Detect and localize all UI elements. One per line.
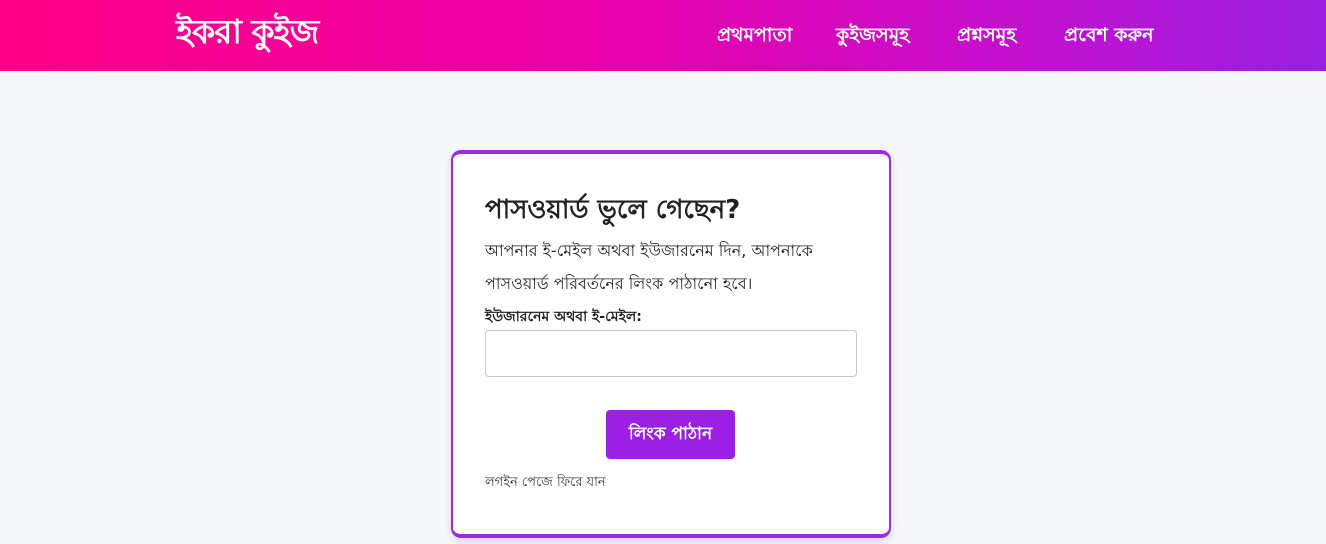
nav-link-login[interactable]: প্রবেশ করুন: [1064, 22, 1153, 48]
forgot-password-card: পাসওয়ার্ড ভুলে গেছেন? আপনার ই-মেইল অথবা…: [451, 150, 891, 538]
top-navbar: ইকরা কুইজ প্রথমপাতা কুইজসমূহ প্রশ্নসমূহ …: [0, 0, 1326, 71]
nav-link-home[interactable]: প্রথমপাতা: [717, 22, 792, 48]
page-title: পাসওয়ার্ড ভুলে গেছেন?: [485, 195, 741, 225]
nav-menu: প্রথমপাতা কুইজসমূহ প্রশ্নসমূহ প্রবেশ করু…: [0, 22, 1326, 48]
form-description: আপনার ই-মেইল অথবা ইউজারনেম দিন, আপনাকে প…: [485, 241, 813, 293]
back-to-login-link[interactable]: লগইন পেজে ফিরে যান: [485, 473, 606, 493]
nav-link-questions[interactable]: প্রশ্নসমূহ: [957, 22, 1016, 48]
nav-link-quizzes[interactable]: কুইজসমূহ: [836, 22, 909, 48]
send-link-button[interactable]: লিংক পাঠান: [606, 410, 735, 459]
username-email-label: ইউজারনেম অথবা ই-মেইল:: [485, 309, 642, 325]
username-email-input[interactable]: [485, 330, 857, 377]
